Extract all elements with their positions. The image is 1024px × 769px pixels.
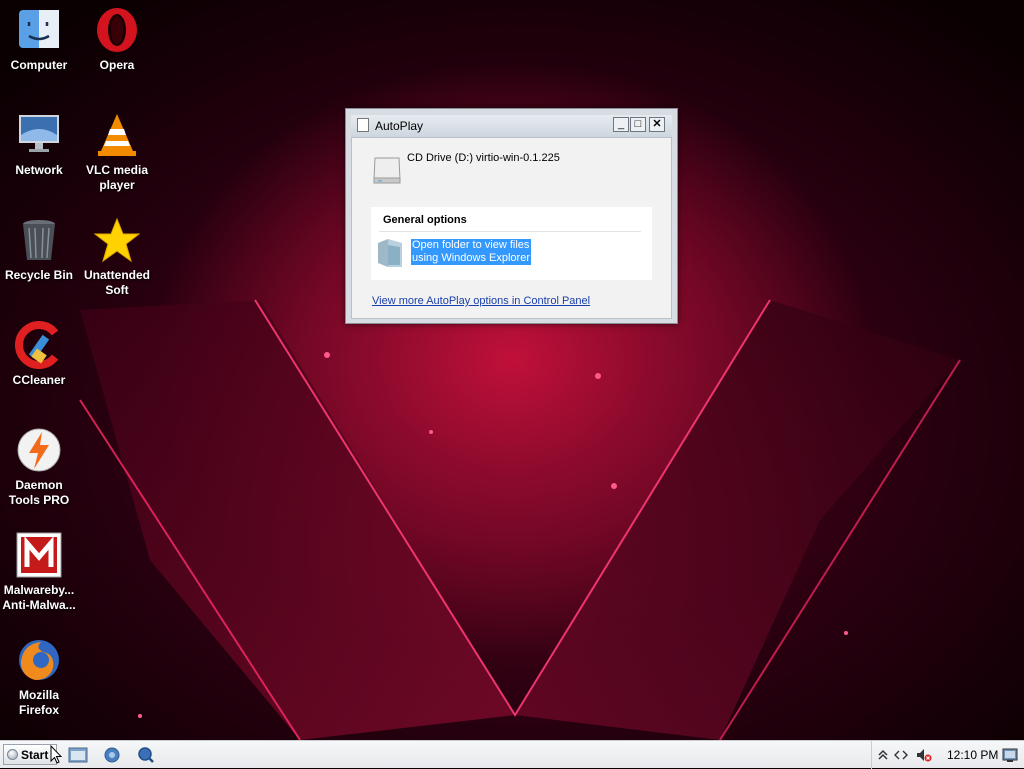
options-panel: General options Open folder to view file…	[371, 207, 652, 280]
drive-label: CD Drive (D:) virtio-win-0.1.225	[407, 152, 560, 164]
close-button[interactable]: ✕	[649, 117, 665, 132]
volume-muted-icon[interactable]	[916, 747, 932, 763]
finder-computer-icon	[15, 6, 63, 54]
file-explorer-icon[interactable]	[68, 745, 88, 765]
show-hidden-icons-chevron[interactable]	[875, 747, 891, 763]
star-icon	[93, 216, 141, 264]
start-button[interactable]: Start	[3, 744, 57, 765]
control-panel-link[interactable]: View more AutoPlay options in Control Pa…	[372, 295, 590, 307]
open-folder-option[interactable]: Open folder to view files using Windows …	[371, 235, 652, 275]
network-arrows-icon[interactable]	[893, 747, 909, 763]
desktop-icon-label: Opera	[99, 58, 135, 72]
desktop-icon-label: Mozilla Firefox	[18, 688, 59, 717]
desktop-icon-recycle-bin[interactable]: Recycle Bin	[0, 216, 78, 283]
malwarebytes-icon	[15, 531, 63, 579]
window-content: CD Drive (D:) virtio-win-0.1.225 General…	[351, 137, 672, 319]
firefox-icon	[15, 636, 63, 684]
trash-bin-icon	[15, 216, 63, 264]
group-header: General options	[383, 214, 467, 226]
window-title: AutoPlay	[375, 119, 424, 133]
browser-globe-icon[interactable]	[102, 745, 122, 765]
taskbar: Start 12:10 PM	[0, 740, 1024, 769]
ccleaner-icon	[15, 321, 63, 369]
desktop-icon-computer[interactable]: Computer	[0, 6, 78, 73]
separator	[379, 231, 641, 232]
folder-icon	[378, 239, 402, 267]
desktop-icon-label: CCleaner	[12, 373, 66, 387]
maximize-button[interactable]: □	[630, 117, 646, 132]
desktop-icon-firefox[interactable]: Mozilla Firefox	[0, 636, 78, 718]
desktop-icon-vlc[interactable]: VLC media player	[78, 111, 156, 193]
desktop-icon-label: Daemon Tools PRO	[8, 478, 70, 507]
desktop-icon-label: Malwareby... Anti-Malwa...	[2, 583, 76, 612]
window-titlebar[interactable]: AutoPlay _ □ ✕	[351, 115, 672, 137]
document-icon	[357, 118, 369, 132]
daemon-tools-icon	[15, 426, 63, 474]
opera-icon	[93, 6, 141, 54]
desktop-icon-unattended-soft[interactable]: Unattended Soft	[78, 216, 156, 298]
desktop-icon-label: Network	[15, 163, 63, 177]
cd-drive-icon	[373, 157, 401, 184]
clock[interactable]: 12:10 PM	[947, 748, 998, 762]
desktop-icon-label: VLC media player	[85, 163, 148, 192]
desktop-icon-daemon-tools[interactable]: Daemon Tools PRO	[0, 426, 78, 508]
show-desktop-icon[interactable]	[1002, 747, 1018, 763]
desktop-icon-label: Unattended Soft	[84, 268, 150, 297]
desktop-icon-label: Computer	[10, 58, 68, 72]
mouse-cursor	[50, 745, 62, 764]
desktop-icon-malwarebytes[interactable]: Malwareby... Anti-Malwa...	[0, 531, 78, 613]
system-tray: 12:10 PM	[871, 741, 1024, 769]
vlc-cone-icon	[93, 111, 141, 159]
minimize-button[interactable]: _	[613, 117, 629, 132]
start-orb-icon	[7, 749, 18, 760]
desktop-icon-ccleaner[interactable]: CCleaner	[0, 321, 78, 388]
start-label: Start	[21, 748, 49, 762]
monitor-network-icon	[15, 111, 63, 159]
search-globe-icon[interactable]	[136, 745, 156, 765]
desktop-icon-network[interactable]: Network	[0, 111, 78, 178]
autoplay-window[interactable]: AutoPlay _ □ ✕ CD Drive (D:) virtio-win-…	[345, 108, 678, 324]
desktop-icon-label: Recycle Bin	[4, 268, 74, 282]
desktop-icon-opera[interactable]: Opera	[78, 6, 156, 73]
option-label: Open folder to view files using Windows …	[411, 239, 531, 265]
